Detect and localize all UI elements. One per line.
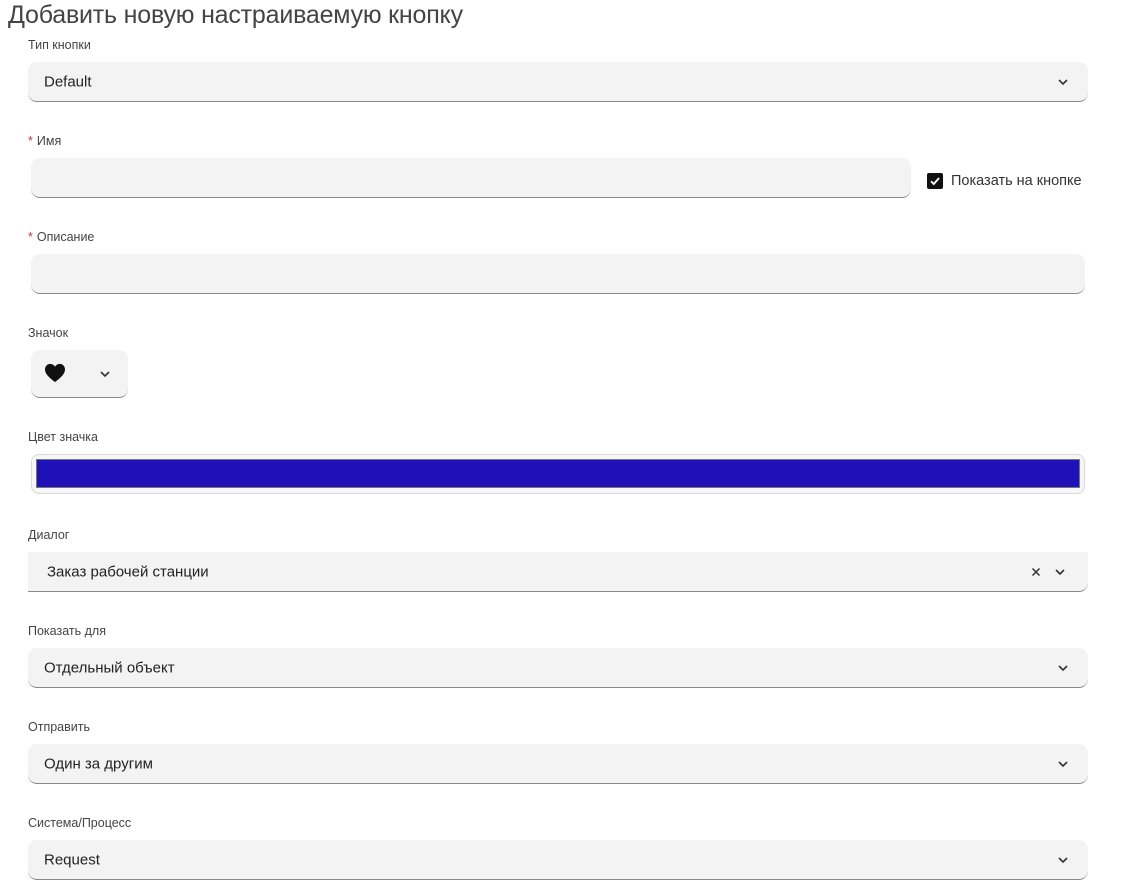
page-title: Добавить новую настраиваемую кнопку — [8, 1, 463, 29]
required-mark: * — [28, 134, 33, 148]
show-on-button-checkbox[interactable]: Показать на кнопке — [927, 173, 1082, 189]
send-select[interactable]: Один за другим — [28, 744, 1088, 784]
dialog-label: Диалог — [28, 528, 70, 542]
show-for-label: Показать для — [28, 624, 106, 638]
name-label-text: Имя — [36, 134, 62, 148]
heart-icon — [44, 363, 66, 388]
icon-color-label: Цвет значка — [28, 430, 99, 444]
send-value: Один за другим — [44, 755, 153, 772]
description-label-text: Описание — [36, 230, 95, 244]
chevron-down-icon — [1056, 757, 1070, 771]
send-label: Отправить — [28, 720, 90, 734]
show-on-button-label: Показать на кнопке — [951, 173, 1082, 189]
required-mark: * — [28, 230, 33, 244]
chevron-down-icon — [1053, 565, 1067, 579]
color-swatch[interactable] — [36, 459, 1080, 488]
description-label: * Описание — [28, 230, 94, 244]
system-process-select[interactable]: Request — [28, 840, 1088, 880]
icon-label: Значок — [28, 326, 69, 340]
button-type-value: Default — [44, 73, 92, 90]
show-for-value: Отдельный объект — [44, 659, 175, 676]
system-process-label: Система/Процесс — [28, 816, 132, 830]
dialog-select[interactable]: Заказ рабочей станции — [28, 552, 1088, 592]
button-type-select[interactable]: Default — [28, 62, 1088, 102]
button-type-label: Тип кнопки — [28, 38, 91, 52]
description-input[interactable] — [31, 254, 1085, 294]
show-for-select[interactable]: Отдельный объект — [28, 648, 1088, 688]
chevron-down-icon — [1056, 853, 1070, 867]
chevron-down-icon — [1056, 661, 1070, 675]
system-process-value: Request — [44, 851, 100, 868]
chevron-down-icon — [1056, 75, 1070, 89]
icon-color-picker[interactable] — [31, 454, 1085, 494]
dialog-value: Заказ рабочей станции — [47, 563, 209, 580]
checkbox-checked-icon[interactable] — [927, 173, 943, 189]
chevron-down-icon — [98, 367, 112, 381]
icon-select[interactable] — [31, 350, 128, 398]
clear-icon[interactable] — [1030, 566, 1042, 578]
name-label: * Имя — [28, 134, 61, 148]
name-input[interactable] — [31, 158, 911, 198]
